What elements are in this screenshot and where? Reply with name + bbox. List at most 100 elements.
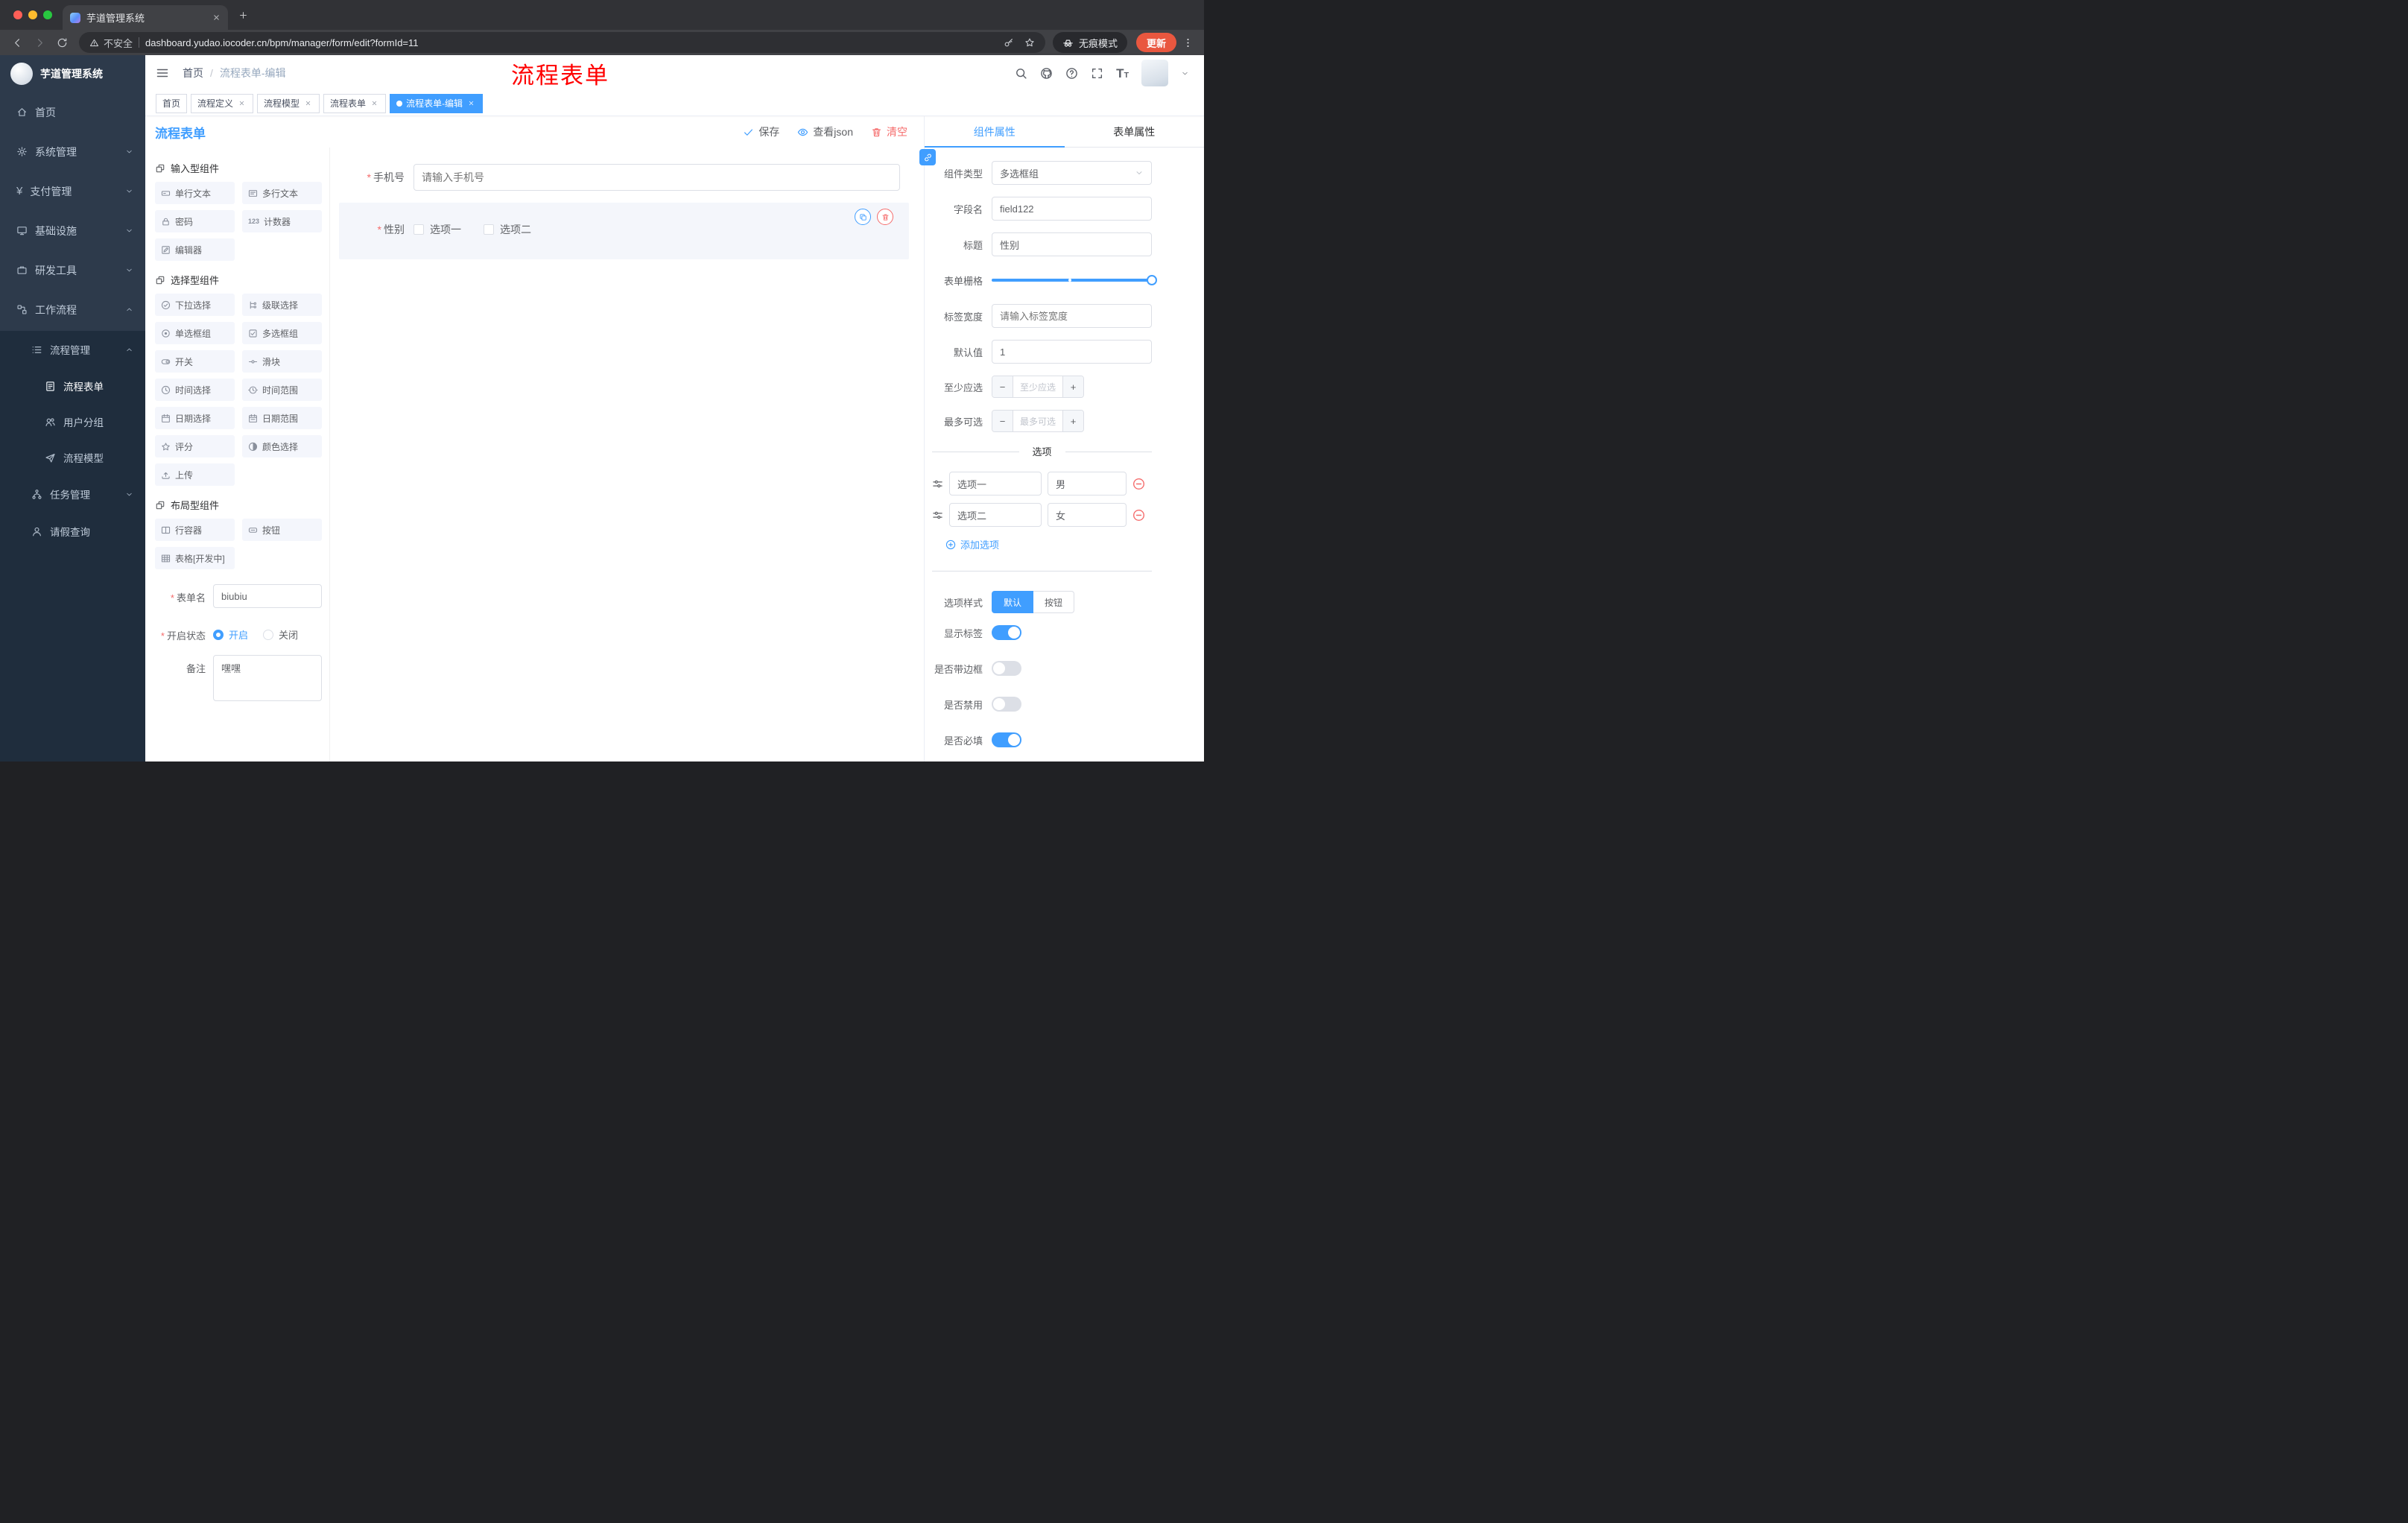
checkbox[interactable] [484,224,494,235]
palette-item-color-picker[interactable]: 颜色选择 [242,435,322,457]
add-option-button[interactable]: 添加选项 [945,537,1152,551]
palette-item-time-range[interactable]: 时间范围 [242,379,322,401]
tag-process-form-edit[interactable]: 流程表单-编辑 [390,93,484,113]
option-drag-handle-icon[interactable] [932,510,943,521]
tag-process-model[interactable]: 流程模型 [257,93,320,113]
palette-item-date-picker[interactable]: 日期选择 [155,407,235,429]
form-name-input[interactable] [213,584,322,608]
sidebar-item-process-management[interactable]: 流程管理 [0,331,145,368]
sidebar-item-process-form[interactable]: 流程表单 [0,368,145,404]
palette-item-row-container[interactable]: 行容器 [155,519,235,541]
delete-component-button[interactable] [877,209,893,225]
option-label-input[interactable] [949,503,1042,527]
sidebar-toggle-icon[interactable] [156,66,169,80]
canvas-field-gender[interactable]: 性别 选项一 选项二 [339,203,909,259]
bookmark-star-icon[interactable] [1024,37,1035,48]
tag-home[interactable]: 首页 [156,93,188,113]
sidebar-item-dev-tools[interactable]: 研发工具 [0,250,145,290]
minimize-window-button[interactable] [28,10,37,19]
sidebar-item-workflow[interactable]: 工作流程 [0,290,145,329]
tag-close-icon[interactable] [466,98,476,108]
status-radio-disabled[interactable]: 关闭 [263,627,298,642]
increase-button[interactable]: + [1062,411,1083,431]
tab-form-props[interactable]: 表单属性 [1065,116,1205,147]
option-value-input[interactable] [1048,472,1127,495]
min-select-placeholder[interactable]: 至少应选 [1013,376,1062,397]
palette-item-slider[interactable]: 滑块 [242,350,322,373]
form-canvas[interactable]: 手机号 性别 选项一 选项二 [330,148,924,762]
clear-button[interactable]: 清空 [871,124,907,139]
breadcrumb-item[interactable]: 首页 [183,66,203,80]
zoom-window-button[interactable] [43,10,52,19]
tab-close-icon[interactable] [212,13,221,22]
palette-item-table[interactable]: 表格[开发中] [155,547,235,569]
search-icon[interactable] [1015,67,1027,80]
increase-button[interactable]: + [1062,376,1083,397]
tag-close-icon[interactable] [370,98,379,108]
logo[interactable]: 芋道管理系统 [0,55,145,92]
site-security-chip[interactable]: 不安全 [89,36,133,50]
forward-button[interactable] [30,33,49,52]
reload-button[interactable] [52,33,72,52]
doc-link-icon[interactable] [919,149,936,165]
toggle-show-label[interactable] [992,625,1021,640]
fullscreen-icon[interactable] [1091,67,1103,80]
gender-option-1[interactable]: 选项一 [414,222,461,237]
option-drag-handle-icon[interactable] [932,478,943,490]
sidebar-item-user-group[interactable]: 用户分组 [0,404,145,440]
palette-item-radio-group[interactable]: 单选框组 [155,322,235,344]
question-icon[interactable] [1065,67,1078,80]
tag-process-form[interactable]: 流程表单 [323,93,387,113]
option-style-default[interactable]: 默认 [992,591,1034,613]
remove-option-icon[interactable] [1132,509,1145,522]
sidebar-item-system-management[interactable]: 系统管理 [0,132,145,171]
browser-tab[interactable]: 芋道管理系统 [63,5,228,30]
toggle-disabled[interactable] [992,697,1021,712]
field-name-input[interactable] [992,197,1152,221]
max-select-placeholder[interactable]: 最多可选 [1013,411,1062,431]
palette-item-date-range[interactable]: 日期范围 [242,407,322,429]
browser-menu-icon[interactable] [1182,37,1194,48]
form-grid-slider[interactable] [992,268,1157,292]
palette-item-button[interactable]: 按钮 [242,519,322,541]
github-icon[interactable] [1040,67,1053,80]
palette-item-switch[interactable]: 开关 [155,350,235,373]
font-size-icon[interactable]: TT [1116,67,1129,80]
avatar-caret-icon[interactable] [1181,69,1189,77]
tab-component-props[interactable]: 组件属性 [925,116,1065,148]
palette-item-multi-line-text[interactable]: 多行文本 [242,182,322,204]
back-button[interactable] [7,33,27,52]
copy-component-button[interactable] [855,209,871,225]
sidebar-item-infrastructure[interactable]: 基础设施 [0,211,145,250]
address-bar[interactable]: 不安全 dashboard.yudao.iocoder.cn/bpm/manag… [79,32,1045,53]
title-input[interactable] [992,232,1152,256]
palette-item-rate[interactable]: 评分 [155,435,235,457]
palette-item-editor[interactable]: 编辑器 [155,238,235,261]
phone-input[interactable] [414,164,900,191]
canvas-field-phone[interactable]: 手机号 [339,158,909,197]
default-value-input[interactable] [992,340,1152,364]
option-value-input[interactable] [1048,503,1127,527]
checkbox[interactable] [414,224,424,235]
update-button[interactable]: 更新 [1135,33,1176,52]
gender-option-2[interactable]: 选项二 [484,222,531,237]
slider-handle[interactable] [1147,275,1157,285]
sidebar-item-home[interactable]: 首页 [0,92,145,132]
component-type-select[interactable]: 多选框组 [992,161,1152,185]
view-json-button[interactable]: 查看json [797,124,853,139]
palette-item-checkbox-group[interactable]: 多选框组 [242,322,322,344]
palette-item-single-line-text[interactable]: 单行文本 [155,182,235,204]
close-window-button[interactable] [13,10,22,19]
password-manager-icon[interactable] [1004,37,1014,48]
sidebar-item-task-management[interactable]: 任务管理 [0,475,145,513]
palette-item-cascader[interactable]: 级联选择 [242,294,322,316]
option-style-button[interactable]: 按钮 [1033,591,1075,613]
user-avatar[interactable] [1141,60,1168,86]
palette-item-password[interactable]: 密码 [155,210,235,232]
form-remark-textarea[interactable]: 嘿嘿 [213,655,322,701]
sidebar-item-process-model[interactable]: 流程模型 [0,440,145,475]
toggle-with-border[interactable] [992,661,1021,676]
tag-close-icon[interactable] [303,98,313,108]
save-button[interactable]: 保存 [743,124,779,139]
label-width-input[interactable] [992,304,1152,328]
